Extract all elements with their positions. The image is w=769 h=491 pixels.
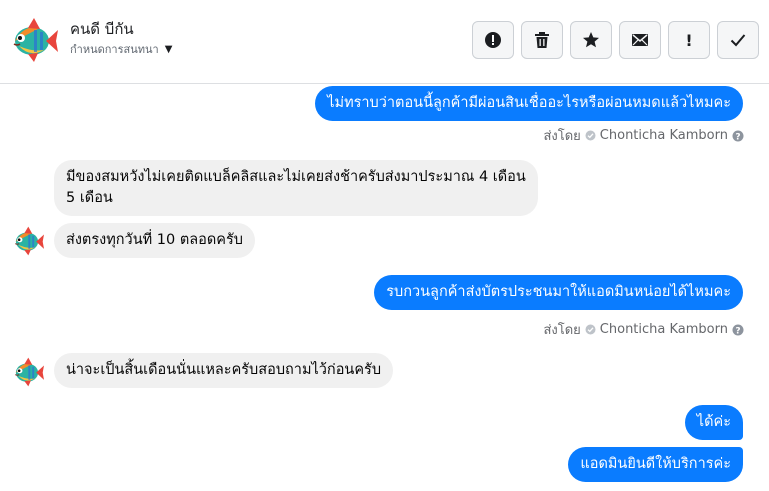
help-icon[interactable]: ? bbox=[732, 130, 744, 142]
contact-avatar-small[interactable] bbox=[10, 355, 44, 389]
check-icon bbox=[730, 34, 746, 47]
caret-down-icon: ▼ bbox=[164, 43, 173, 55]
message-bubble-incoming[interactable]: น่าจะเป็นสิ้นเดือนนั่นแหละครับสอบถามไว้ก… bbox=[54, 353, 394, 388]
svg-text:?: ? bbox=[735, 326, 740, 336]
trash-icon bbox=[535, 32, 549, 48]
assign-label: กำหนดการสนทนา bbox=[70, 43, 159, 56]
svg-text:?: ? bbox=[735, 132, 740, 142]
sent-by-line: ส่งโดย Chonticha Kamborn ? bbox=[543, 319, 744, 340]
message-line: 5 เดือน bbox=[66, 190, 113, 206]
mark-unread-button[interactable] bbox=[619, 21, 661, 59]
contact-name[interactable]: คนดี บีกัน bbox=[70, 17, 134, 41]
message-bubble-outgoing[interactable]: แอดมินยินดีให้บริการค่ะ bbox=[568, 447, 743, 482]
conversation-toolbar: ! bbox=[472, 21, 759, 59]
conversation-header: คนดี บีกัน กำหนดการสนทนา ▼ ! bbox=[0, 0, 769, 84]
sent-by-line: ส่งโดย Chonticha Kamborn ? bbox=[543, 125, 744, 146]
agent-name[interactable]: Chonticha Kamborn bbox=[600, 128, 728, 143]
alert-circle-icon bbox=[485, 32, 501, 48]
assign-conversation-dropdown[interactable]: กำหนดการสนทนา ▼ bbox=[70, 40, 172, 58]
star-button[interactable] bbox=[570, 21, 612, 59]
done-button[interactable] bbox=[717, 21, 759, 59]
sent-by-label: ส่งโดย bbox=[543, 323, 581, 338]
spam-button[interactable] bbox=[472, 21, 514, 59]
exclamation-icon: ! bbox=[685, 30, 693, 50]
message-bubble-incoming[interactable]: มีของสมหวังไม่เคยติดแบล็คลิสและไม่เคยส่ง… bbox=[54, 160, 538, 216]
follow-up-button[interactable]: ! bbox=[668, 21, 710, 59]
message-bubble-outgoing[interactable]: ได้ค่ะ bbox=[684, 405, 743, 440]
message-thread: ไม่ทราบว่าตอนนี้ลูกค้ามีผ่อนสินเชื่ออะไร… bbox=[0, 85, 769, 491]
contact-avatar-small[interactable] bbox=[10, 224, 44, 258]
help-icon[interactable]: ? bbox=[732, 324, 744, 336]
verified-check-icon bbox=[585, 130, 596, 141]
verified-check-icon bbox=[585, 324, 596, 335]
star-icon bbox=[583, 32, 599, 48]
delete-button[interactable] bbox=[521, 21, 563, 59]
message-bubble-outgoing[interactable]: รบกวนลูกค้าส่งบัตรประชนมาให้แอดมินหน่อยไ… bbox=[374, 275, 743, 310]
message-line: มีของสมหวังไม่เคยติดแบล็คลิสและไม่เคยส่ง… bbox=[66, 169, 526, 185]
contact-avatar[interactable] bbox=[6, 14, 58, 66]
sent-by-label: ส่งโดย bbox=[543, 129, 581, 144]
message-bubble-incoming[interactable]: ส่งตรงทุกวันที่ 10 ตลอดครับ bbox=[54, 223, 255, 258]
envelope-icon bbox=[632, 34, 648, 46]
message-bubble-outgoing[interactable]: ไม่ทราบว่าตอนนี้ลูกค้ามีผ่อนสินเชื่ออะไร… bbox=[315, 86, 743, 121]
agent-name[interactable]: Chonticha Kamborn bbox=[600, 322, 728, 337]
